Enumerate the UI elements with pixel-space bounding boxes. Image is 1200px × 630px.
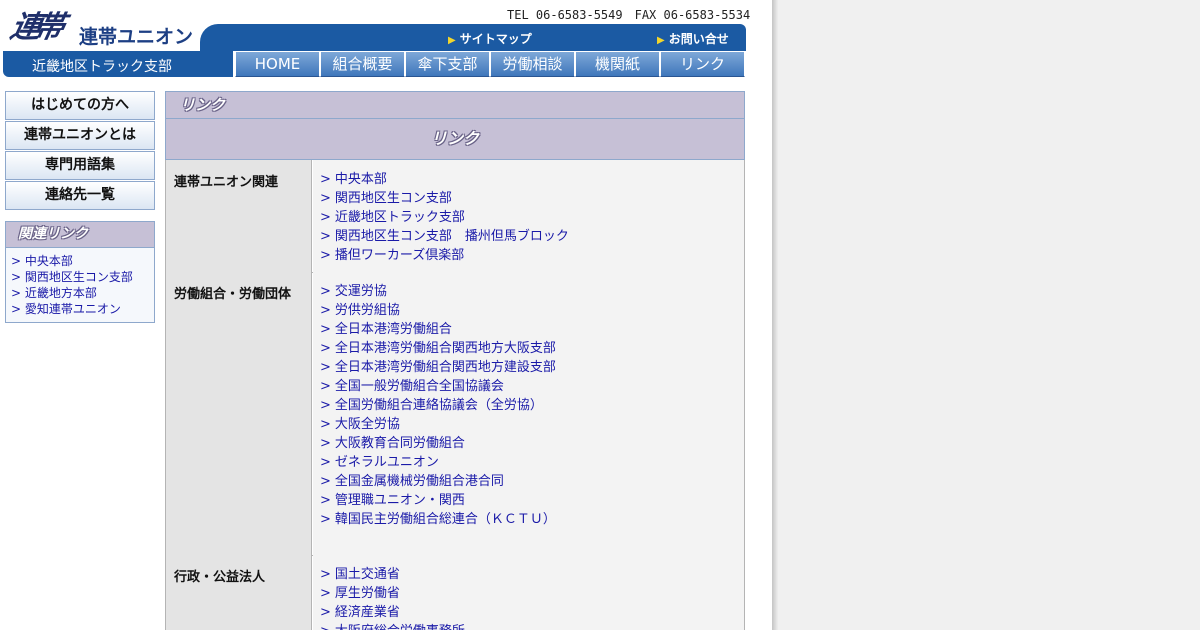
link-item[interactable]: > 全日本港湾労働組合 [320,320,744,339]
link-item[interactable]: > 全日本港湾労働組合関西地方建設支部 [320,358,744,377]
branch-name: 近畿地区トラック支部 [32,59,172,75]
sidebar-contacts[interactable]: 連絡先一覧 [5,181,155,210]
category-label: 労働組合・労働団体 [166,272,312,555]
sidebar-beginners[interactable]: はじめての方へ [5,91,155,120]
page-shadow [772,0,778,630]
nav-bulletin[interactable]: 機関紙 [575,51,660,77]
link-item[interactable]: > 全国金属機械労働組合港合同 [320,472,744,491]
contact-label: お問い合せ [668,32,729,46]
link-item[interactable]: > 厚生労働省 [320,584,744,603]
nav-branches[interactable]: 傘下支部 [405,51,490,77]
nav-consult[interactable]: 労働相談 [490,51,575,77]
page-title-bar: リンク [165,91,745,119]
link-item[interactable]: > 管理職ユニオン・関西 [320,491,744,510]
contact-numbers: TEL 06-6583-5549 FAX 06-6583-5534 [507,8,751,22]
category-label: 連帯ユニオン関連 [166,160,312,272]
sitemap-label: サイトマップ [459,32,532,46]
category-links: > 中央本部 > 関西地区生コン支部 > 近畿地区トラック支部 > 関西地区生コン支部 播州但… [313,160,744,272]
related-link[interactable]: > 中央本部 [11,253,154,269]
link-item[interactable]: > 経済産業省 [320,603,744,622]
category-links: > 交運労協 > 労供労組協 > 全日本港湾労働組合 > 全日本港湾労働組合関西地方大阪支部 >… [313,272,744,555]
link-item[interactable]: > 労供労組協 [320,301,744,320]
nav-about[interactable]: 組合概要 [320,51,405,77]
link-item[interactable]: > 大阪教育合同労働組合 [320,434,744,453]
org-name-logo[interactable]: 連帯ユニオン [79,22,193,49]
link-item[interactable]: > 関西地区生コン支部 [320,189,744,208]
related-link[interactable]: > 近畿地方本部 [11,285,154,301]
link-item[interactable]: > 近畿地区トラック支部 [320,208,744,227]
logo-mark[interactable]: 連帯 [7,8,78,48]
category-row: 労働組合・労働団体 > 交運労協 > 労供労組協 > 全日本港湾労働組合 > 全日本港湾労働組… [165,272,745,556]
nav-home[interactable]: HOME [235,51,320,77]
nav-links[interactable]: リンク [660,51,745,77]
page: 連帯 連帯ユニオン TEL 06-6583-5549 FAX 06-6583-5… [0,0,772,630]
link-item[interactable]: > 全国労働組合連絡協議会（全労協） [320,396,744,415]
arrow-right-icon: ▶ [657,35,665,46]
link-item[interactable]: > 韓国民主労働組合総連合（ＫＣＴＵ） [320,510,744,529]
link-item[interactable]: > 全日本港湾労働組合関西地方大阪支部 [320,339,744,358]
section-title: リンク [165,119,745,160]
contact-link[interactable]: ▶ お問い合せ [657,30,729,47]
link-item[interactable]: > 全国一般労働組合全国協議会 [320,377,744,396]
link-item[interactable]: > 関西地区生コン支部 播州但馬ブロック [320,227,744,246]
sitemap-link[interactable]: ▶ サイトマップ [448,30,532,47]
related-link[interactable]: > 愛知連帯ユニオン [11,301,154,317]
link-item[interactable]: > 交運労協 [320,282,744,301]
related-links-box: 関連リンク > 中央本部 > 関西地区生コン支部 > 近畿地方本部 > 愛知連帯… [5,221,155,323]
related-links-title: 関連リンク [6,222,154,248]
page-title: リンク [180,96,226,114]
category-row: 連帯ユニオン関連 > 中央本部 > 関西地区生コン支部 > 近畿地区トラック支部 > 関西地区… [165,160,745,273]
arrow-right-icon: ▶ [448,35,456,46]
link-item[interactable]: > ゼネラルユニオン [320,453,744,472]
category-label: 行政・公益法人 [166,555,312,630]
link-item[interactable]: > 国土交通省 [320,565,744,584]
link-item[interactable]: > 大阪全労協 [320,415,744,434]
sidebar-glossary[interactable]: 専門用語集 [5,151,155,180]
sidebar-about-union[interactable]: 連帯ユニオンとは [5,121,155,150]
category-links: >国土交通省>厚生労働省>経済産業省>大阪府総合労働事務所 [313,555,744,630]
link-item[interactable]: > 中央本部 [320,170,744,189]
link-item[interactable]: >大阪府総合労働事務所 [320,622,744,630]
related-link[interactable]: > 関西地区生コン支部 [11,269,154,285]
link-item[interactable]: > 播但ワーカーズ倶楽部 [320,246,744,265]
category-row: 行政・公益法人 >国土交通省>厚生労働省>経済産業省>大阪府総合労働事務所 [165,555,745,630]
